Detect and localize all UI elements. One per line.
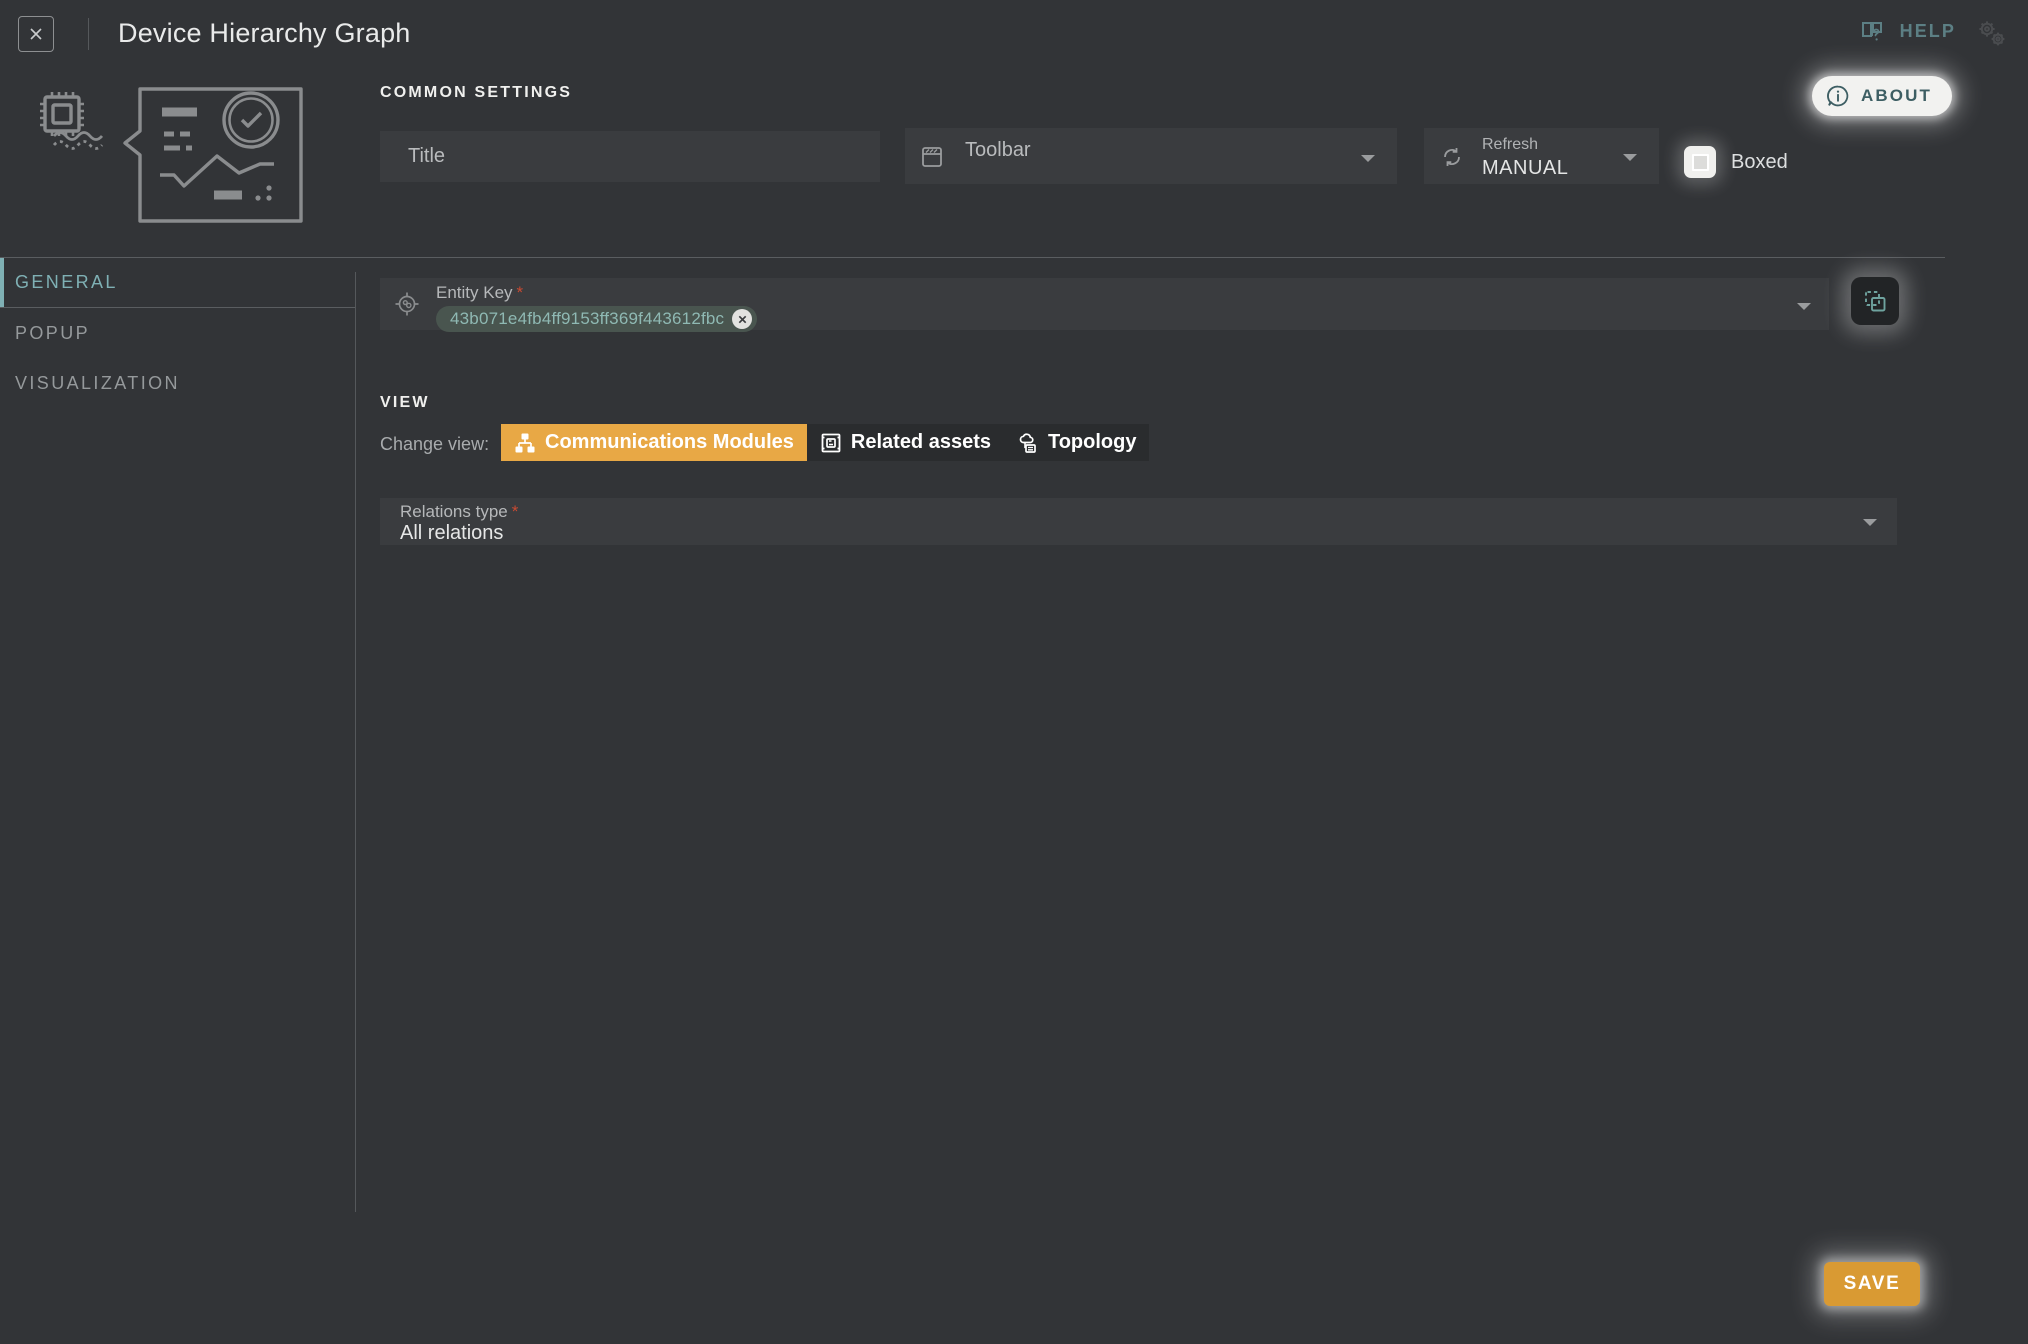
toolbar-select[interactable]: Toolbar — [905, 128, 1397, 184]
chevron-down-icon — [1361, 155, 1375, 162]
sidebar-item-general[interactable]: GENERAL — [0, 258, 356, 308]
relations-type-label-text: Relations type — [400, 502, 508, 521]
gears-icon — [1979, 21, 2005, 46]
book-question-icon — [1861, 22, 1882, 41]
title-input-placeholder: Title — [408, 145, 446, 167]
help-label: HELP — [1899, 20, 1956, 41]
view-section-label: VIEW — [380, 394, 430, 411]
view-toggle-group: Communications Modules Related assets To… — [501, 424, 1150, 461]
chip-remove-button[interactable] — [732, 309, 753, 329]
page-title: Device Hierarchy Graph — [118, 18, 411, 48]
device-dashboard-illustration — [14, 62, 314, 237]
sidebar-item-label: GENERAL — [15, 272, 118, 292]
required-marker: * — [516, 283, 524, 302]
topology-icon — [1019, 432, 1036, 453]
page-header: Device Hierarchy Graph HELP ABOUT — [0, 0, 2028, 116]
duplicate-icon — [1865, 291, 1886, 312]
view-option-label: Related assets — [850, 431, 991, 453]
entity-key-chip-value: 43b071e4fb4ff9153ff369f443612fbc — [450, 309, 725, 328]
chevron-down-icon — [1797, 303, 1811, 310]
view-option-label: Communications Modules — [545, 431, 794, 453]
close-x-icon — [738, 315, 747, 323]
sidebar-item-label: VISUALIZATION — [15, 372, 180, 393]
common-settings-section-label: COMMON SETTINGS — [380, 84, 573, 101]
about-button[interactable]: ABOUT — [1812, 76, 1952, 116]
refresh-select-value: MANUAL — [1482, 157, 1569, 179]
close-button[interactable] — [18, 16, 54, 52]
checkbox-fill-icon — [1691, 153, 1709, 171]
view-option-related-assets[interactable]: Related assets — [807, 424, 1004, 461]
title-input[interactable]: Title — [380, 131, 880, 182]
help-button[interactable]: HELP — [1860, 18, 1956, 44]
toolbar-panel-icon — [921, 145, 943, 174]
entity-key-copy-button[interactable] — [1851, 277, 1899, 325]
chevron-down-icon — [1623, 154, 1637, 161]
gears-button[interactable] — [1968, 12, 2016, 56]
entity-key-label: Entity Key * — [436, 283, 523, 303]
hierarchy-icon — [515, 433, 535, 452]
refresh-select-label: Refresh — [1482, 136, 1539, 153]
view-option-topology[interactable]: Topology — [1004, 424, 1150, 461]
boxed-checkbox-label: Boxed — [1731, 150, 1788, 173]
relations-type-value: All relations — [400, 522, 504, 544]
chevron-down-icon — [1863, 519, 1877, 526]
change-view-label: Change view: — [380, 434, 490, 454]
sidebar-item-visualization[interactable]: VISUALIZATION — [0, 358, 356, 408]
target-crosshair-icon — [394, 291, 420, 322]
boxed-checkbox-box[interactable] — [1684, 146, 1716, 178]
sidebar-divider — [355, 272, 356, 1212]
boxed-checkbox[interactable]: Boxed — [1684, 146, 1788, 178]
settings-tabs-sidebar: GENERAL POPUP VISUALIZATION — [0, 258, 356, 408]
toolbar-select-label: Toolbar — [965, 139, 1031, 161]
widget-settings-page: Device Hierarchy Graph HELP ABOUT COMMON… — [0, 0, 2028, 1344]
relations-type-select[interactable]: Relations type * All relations — [380, 498, 1897, 545]
save-button[interactable]: SAVE — [1824, 1262, 1920, 1306]
close-x-icon — [30, 28, 42, 40]
save-button-label: SAVE — [1843, 1273, 1901, 1294]
refresh-select[interactable]: Refresh MANUAL — [1424, 128, 1659, 184]
header-divider — [88, 18, 89, 50]
related-assets-icon — [821, 433, 841, 452]
refresh-icon — [1440, 145, 1464, 174]
entity-key-label-text: Entity Key — [436, 283, 513, 302]
entity-key-select[interactable]: Entity Key * 43b071e4fb4ff9153ff369f44361… — [380, 278, 1829, 332]
view-option-communications-modules[interactable]: Communications Modules — [501, 424, 807, 461]
entity-key-chip[interactable]: 43b071e4fb4ff9153ff369f443612fbc — [436, 306, 758, 332]
about-label: ABOUT — [1861, 86, 1932, 105]
info-bubble-icon — [1827, 85, 1849, 107]
view-option-label: Topology — [1047, 431, 1137, 453]
sidebar-item-label: POPUP — [15, 322, 91, 343]
sidebar-item-popup[interactable]: POPUP — [0, 308, 356, 358]
relations-type-label: Relations type * — [400, 502, 518, 522]
required-marker: * — [511, 502, 519, 521]
